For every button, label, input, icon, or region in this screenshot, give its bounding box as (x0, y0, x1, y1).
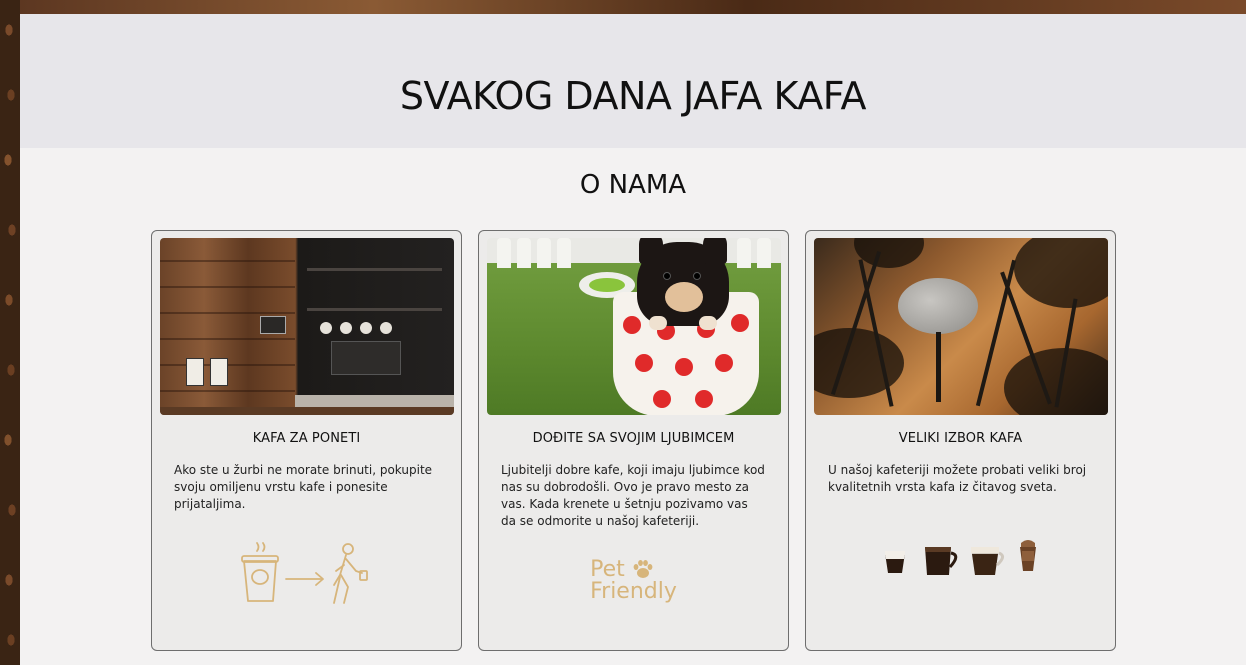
section-title-about: O NAMA (579, 170, 687, 200)
page: SVAKOG DANA JAFA KAFA O NAMA KAFA ZA PON… (20, 14, 1246, 665)
feature-card-takeaway: KAFA ZA PONETI Ako ste u žurbi ne morate… (151, 230, 462, 651)
coffee-bean-background-left (0, 0, 20, 665)
feature-card-pets: DOĐITE SA SVOJIM LJUBIMCEM Ljubitelji do… (478, 230, 789, 651)
hero-banner: SVAKOG DANA JAFA KAFA (20, 14, 1246, 148)
paw-icon (633, 560, 653, 578)
cafe-interior-image (160, 238, 454, 415)
cafe-chairs-image (814, 238, 1108, 415)
pet-friendly-text-friendly: Friendly (590, 579, 677, 604)
puppy-in-cup-image (487, 238, 781, 415)
card-text: Ako ste u žurbi ne morate brinuti, pokup… (174, 463, 433, 511)
card-text: Ljubitelji dobre kafe, koji imaju ljubim… (501, 463, 765, 528)
card-title: KAFA ZA PONETI (252, 431, 361, 446)
coffee-cups-icon (806, 539, 1115, 579)
feature-cards: KAFA ZA PONETI Ako ste u žurbi ne morate… (151, 230, 1116, 651)
feature-card-coffee-selection: VELIKI IZBOR KAFA U našoj kafeteriji mož… (805, 230, 1116, 651)
card-text: U našoj kafeteriji možete probati veliki… (828, 463, 1087, 494)
card-title: VELIKI IZBOR KAFA (898, 431, 1023, 446)
pet-friendly-icon: Pet Friendly (479, 559, 788, 603)
coffee-bean-background-top (0, 0, 1246, 14)
card-title: DOĐITE SA SVOJIM LJUBIMCEM (532, 431, 735, 446)
takeaway-walk-icon (152, 541, 461, 607)
hero-title: SVAKOG DANA JAFA KAFA (399, 74, 867, 118)
